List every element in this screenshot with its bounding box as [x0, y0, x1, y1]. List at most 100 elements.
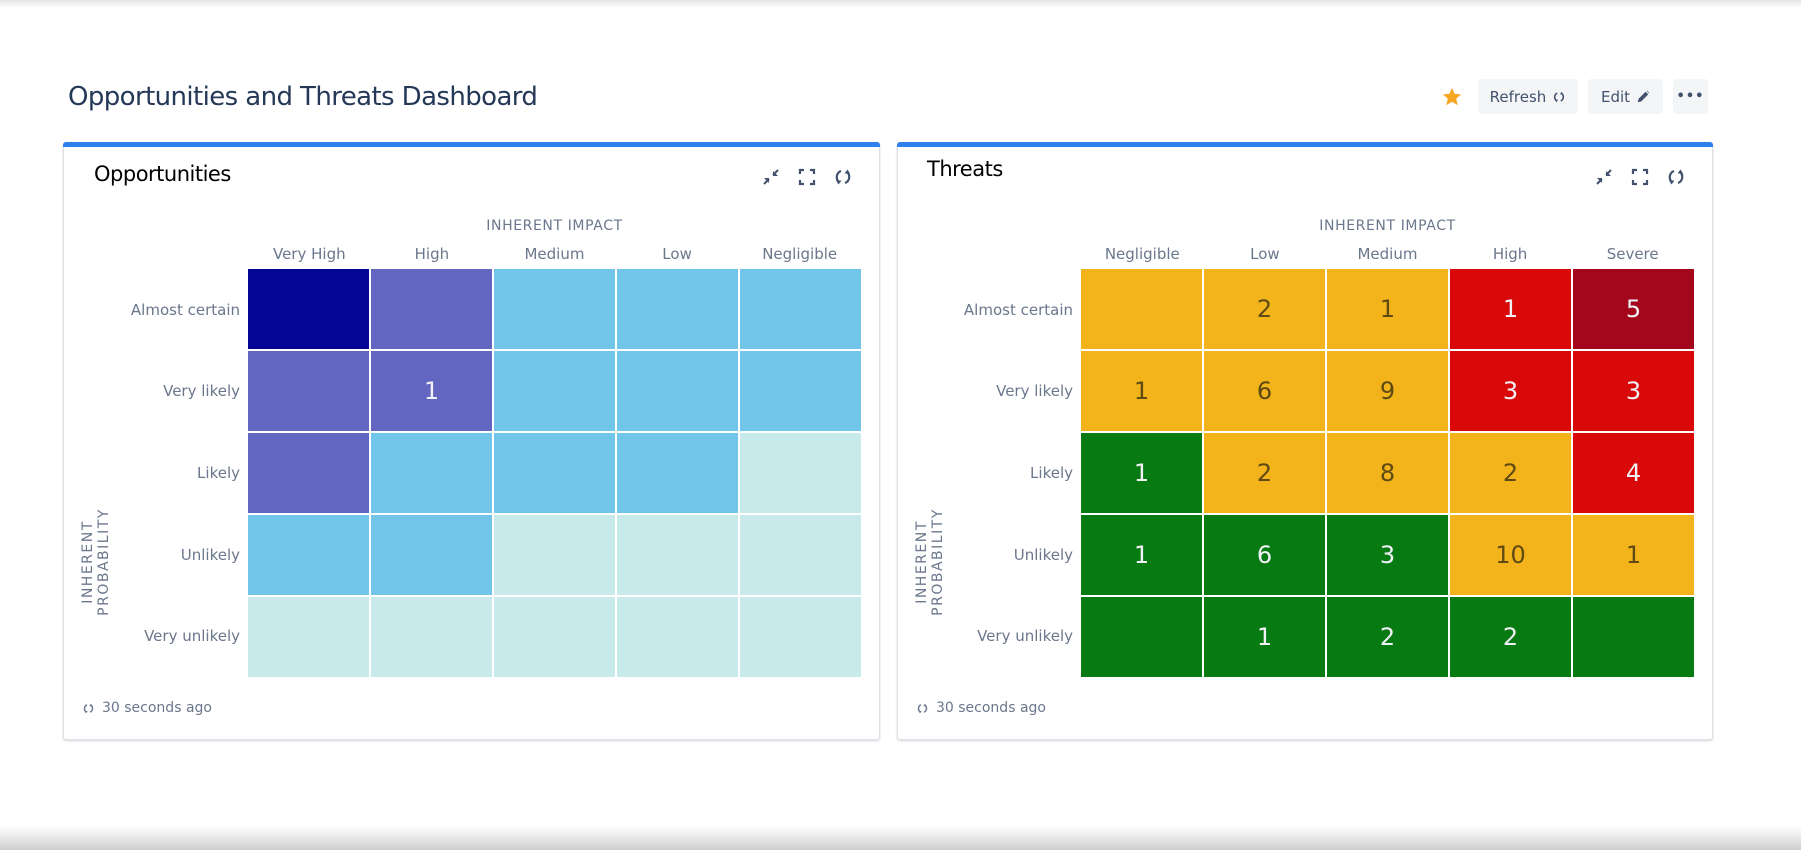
heatmap-cell[interactable]: [740, 515, 861, 595]
top-shade: [0, 0, 1801, 8]
heatmap-cell[interactable]: [371, 597, 492, 677]
heatmap-cell[interactable]: [740, 433, 861, 513]
heatmap-cell[interactable]: [617, 269, 738, 349]
heatmap-cell[interactable]: [371, 269, 492, 349]
heatmap-cell[interactable]: [617, 351, 738, 431]
heatmap-cell[interactable]: 10: [1450, 515, 1571, 595]
row-label: Unlikely: [1013, 545, 1073, 564]
gadget-tools: [1594, 167, 1686, 187]
row-labels: Almost certain Very likely Likely Unlike…: [923, 269, 1073, 677]
heatmap-cell[interactable]: [371, 433, 492, 513]
last-updated: 30 seconds ago: [82, 700, 212, 716]
refresh-icon[interactable]: [1666, 167, 1686, 187]
row-label: Almost certain: [963, 300, 1073, 319]
column-labels: Negligible Low Medium High Severe: [1081, 245, 1694, 263]
column-label: High: [1492, 245, 1528, 263]
heatmap-cell[interactable]: [494, 515, 615, 595]
column-label: Very High: [272, 245, 346, 263]
heatmap-cell[interactable]: [740, 351, 861, 431]
refresh-button-label: Refresh: [1489, 87, 1547, 106]
gadget-title: Opportunities: [94, 162, 231, 186]
heatmap-cell[interactable]: 2: [1450, 433, 1571, 513]
row-label: Likely: [197, 463, 240, 482]
heatmap-cell[interactable]: 1: [1081, 351, 1202, 431]
heatmap-cell[interactable]: [740, 597, 861, 677]
heatmap-cell[interactable]: 1: [1081, 515, 1202, 595]
edit-button[interactable]: Edit: [1588, 79, 1663, 114]
heatmap-cell[interactable]: 1: [1327, 269, 1448, 349]
heatmap-cell[interactable]: [248, 433, 369, 513]
heatmap-cell[interactable]: [371, 515, 492, 595]
row-label: Unlikely: [180, 545, 240, 564]
heatmap-cell[interactable]: [1081, 597, 1202, 677]
heatmap-cell[interactable]: [494, 433, 615, 513]
last-updated: 30 seconds ago: [916, 700, 1046, 716]
pencil-icon: [1637, 90, 1650, 102]
column-label: Low: [1250, 245, 1280, 263]
heatmap-cell[interactable]: 5: [1573, 269, 1694, 349]
refresh-icon: [917, 703, 928, 713]
star-icon[interactable]: [1441, 86, 1463, 108]
heatmap-cell[interactable]: [617, 433, 738, 513]
heatmap-cell[interactable]: [1573, 597, 1694, 677]
heatmap-cell[interactable]: 9: [1327, 351, 1448, 431]
minimize-icon[interactable]: [1594, 167, 1614, 187]
heatmap-cell[interactable]: 2: [1450, 597, 1571, 677]
heatmap-cell[interactable]: 6: [1204, 351, 1325, 431]
fullscreen-icon[interactable]: [797, 167, 817, 187]
x-axis-title: INHERENT IMPACT: [486, 218, 623, 234]
heatmap-cell[interactable]: 8: [1327, 433, 1448, 513]
heatmap-cell[interactable]: [248, 269, 369, 349]
row-label: Almost certain: [130, 300, 240, 319]
heatmap-cell[interactable]: 2: [1327, 597, 1448, 677]
row-labels: Almost certain Very likely Likely Unlike…: [90, 269, 240, 677]
heatmap-cell[interactable]: 6: [1204, 515, 1325, 595]
bottom-shade: [0, 826, 1801, 850]
row-label: Likely: [1030, 463, 1073, 482]
row-label: Very unlikely: [977, 627, 1073, 646]
threats-gadget: Threats INHERENT IMPACT Negligible Low M…: [897, 142, 1713, 740]
row-label: Very likely: [996, 382, 1073, 401]
heatmap-cell[interactable]: 2: [1204, 433, 1325, 513]
heatmap-grid: 1: [248, 269, 861, 677]
heatmap-cell[interactable]: 3: [1450, 351, 1571, 431]
column-label: Negligible: [1104, 245, 1180, 263]
last-updated-text: 30 seconds ago: [102, 700, 212, 716]
heatmap-cell[interactable]: 1: [1573, 515, 1694, 595]
heatmap-cell[interactable]: 1: [1450, 269, 1571, 349]
heatmap-cell[interactable]: 2: [1204, 269, 1325, 349]
x-axis-title: INHERENT IMPACT: [1319, 218, 1456, 234]
column-label: Severe: [1606, 245, 1659, 263]
heatmap-cell[interactable]: [494, 269, 615, 349]
more-actions-button[interactable]: •••: [1673, 79, 1708, 114]
heatmap-cell[interactable]: [248, 351, 369, 431]
column-label: Negligible: [762, 245, 838, 263]
refresh-icon[interactable]: [833, 167, 853, 187]
heatmap-cell[interactable]: [617, 515, 738, 595]
refresh-button[interactable]: Refresh: [1478, 79, 1578, 114]
heatmap-cell[interactable]: [494, 597, 615, 677]
heatmap-grid: 2 1 1 5 1 6 9 3 3 1 2 8 2 4 1 6 3 10 1 1 2 2: [1081, 269, 1694, 677]
heatmap-cell[interactable]: 3: [1573, 351, 1694, 431]
heatmap-cell[interactable]: 4: [1573, 433, 1694, 513]
gadget-tools: [761, 167, 853, 187]
minimize-icon[interactable]: [761, 167, 781, 187]
column-label: Medium: [1357, 245, 1418, 263]
opportunities-gadget: Opportunities INHERENT IMPACT Very High …: [63, 142, 880, 740]
column-label: High: [414, 245, 450, 263]
heatmap-cell[interactable]: [248, 515, 369, 595]
heatmap-cell[interactable]: 3: [1327, 515, 1448, 595]
column-label: Medium: [524, 245, 585, 263]
heatmap-cell[interactable]: [740, 269, 861, 349]
heatmap-cell[interactable]: 1: [1204, 597, 1325, 677]
heatmap-cell[interactable]: [617, 597, 738, 677]
fullscreen-icon[interactable]: [1630, 167, 1650, 187]
heatmap-cell[interactable]: [248, 597, 369, 677]
heatmap-cell[interactable]: 1: [371, 351, 492, 431]
heatmap-cell[interactable]: 1: [1081, 433, 1202, 513]
refresh-icon: [83, 703, 94, 713]
column-label: Low: [662, 245, 692, 263]
heatmap-cell[interactable]: [1081, 269, 1202, 349]
heatmap-cell[interactable]: [494, 351, 615, 431]
page-title: Opportunities and Threats Dashboard: [68, 82, 538, 112]
